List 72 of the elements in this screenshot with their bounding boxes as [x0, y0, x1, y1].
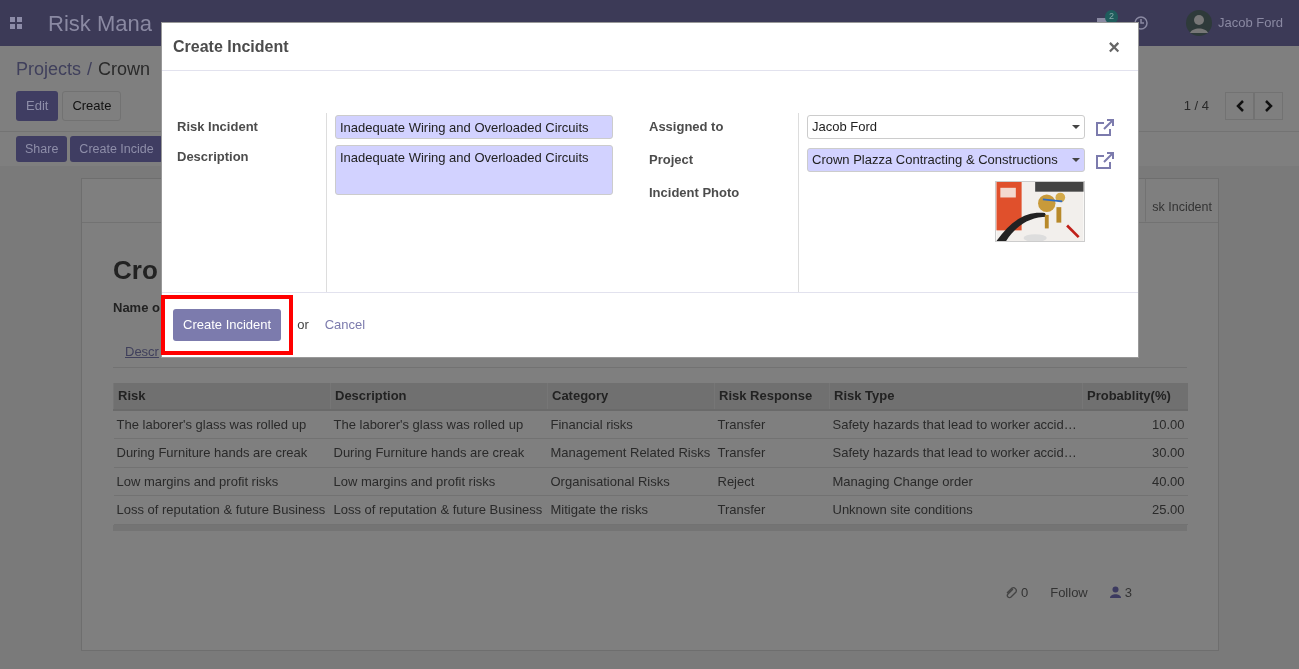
cancel-link[interactable]: Cancel	[324, 315, 366, 335]
pager-counter: 1 / 4	[1183, 97, 1209, 116]
field-label: Project	[649, 151, 695, 169]
chevron-left-icon	[1234, 99, 1245, 113]
column-header[interactable]: Probablity(%)	[1082, 383, 1188, 410]
apps-menu-icon[interactable]	[10, 17, 22, 29]
close-button[interactable]: ×	[1102, 36, 1126, 57]
record-title: Cro	[113, 254, 159, 287]
toolbar-button[interactable]: Create	[62, 91, 122, 121]
person-icon	[1109, 586, 1121, 599]
dropdown-field[interactable]: Jacob Ford	[807, 115, 1085, 139]
field-label: Description	[177, 148, 250, 166]
dialog-title: Create Incident	[173, 36, 289, 57]
external-link-icon[interactable]	[1095, 150, 1115, 170]
table-cell: Transfer	[714, 495, 830, 524]
table-cell: Low margins and profit risks	[330, 467, 548, 496]
previous-button[interactable]	[1225, 92, 1254, 120]
field-label: Assigned to	[649, 118, 725, 136]
table-cell: 25.00	[1082, 495, 1188, 524]
table-cell: Managing Change order	[829, 467, 1083, 496]
text-area[interactable]: Inadequate Wiring and Overloaded Circuits	[335, 145, 613, 195]
table-cell: During Furniture hands are creak	[113, 438, 331, 467]
action-button[interactable]: Share	[16, 136, 68, 162]
caret-icon	[1072, 125, 1080, 129]
table-cell: Safety hazards that lead to worker accid…	[829, 409, 1083, 439]
field-label: Name o	[113, 299, 161, 317]
table-cell: Low margins and profit risks	[113, 467, 331, 496]
user-name[interactable]: Jacob Ford	[1217, 13, 1283, 33]
table-cell: Transfer	[714, 438, 830, 467]
column-header[interactable]: Risk Response	[714, 383, 830, 410]
table-cell: Organisational Risks	[547, 467, 715, 496]
app-title: Risk Mana	[48, 9, 152, 38]
field-label: Incident Photo	[649, 184, 741, 202]
table-cell: Loss of reputation & future Business	[113, 495, 331, 524]
avatar-icon	[1185, 10, 1212, 36]
table-cell: 30.00	[1082, 438, 1188, 467]
field-label: Risk Incident	[177, 118, 259, 136]
table-cell: 10.00	[1082, 409, 1188, 439]
breadcrumb-item[interactable]: Projects	[16, 56, 82, 83]
breadcrumb-item: Crown	[98, 58, 151, 81]
table-cell: The laborer's glass was rolled up	[113, 409, 331, 439]
column-header[interactable]: Risk	[113, 383, 331, 410]
or-text: or	[297, 316, 309, 335]
table-cell: 40.00	[1082, 467, 1188, 496]
table-cell: Mitigate the risks	[547, 495, 715, 524]
table-cell: Transfer	[714, 409, 830, 439]
dropdown-field[interactable]: Crown Plazza Contracting & Constructions	[807, 148, 1085, 172]
text-field[interactable]: Inadequate Wiring and Overloaded Circuits	[335, 115, 613, 139]
external-link-icon[interactable]	[1095, 117, 1115, 137]
column-header[interactable]: Risk Type	[829, 383, 1083, 410]
column-header[interactable]: Category	[547, 383, 715, 410]
table-cell: Safety hazards that lead to worker accid…	[829, 438, 1083, 467]
next-button[interactable]	[1254, 92, 1283, 120]
follower-count[interactable]: 3	[1124, 582, 1132, 602]
caret-icon	[1072, 158, 1080, 162]
table-cell: Management Related Risks	[547, 438, 715, 467]
toolbar-button[interactable]: Edit	[16, 91, 59, 121]
chevron-right-icon	[1263, 99, 1274, 113]
status-button[interactable]: sk Incident	[1145, 178, 1218, 222]
table-cell: During Furniture hands are creak	[330, 438, 548, 467]
column-header[interactable]: Description	[330, 383, 548, 410]
table-cell: Financial risks	[547, 409, 715, 439]
follow-link[interactable]: Follow	[1050, 582, 1088, 602]
table-cell: The laborer's glass was rolled up	[330, 409, 548, 439]
clock-icon[interactable]	[1133, 16, 1148, 30]
attachment-count[interactable]: 0	[1020, 582, 1029, 602]
table-cell: Unknown site conditions	[829, 495, 1083, 524]
table-cell: Loss of reputation & future Business	[330, 495, 548, 524]
action-button[interactable]: Create Incide	[70, 136, 163, 162]
breadcrumb-separator: /	[87, 58, 93, 81]
create-incident-button[interactable]: Create Incident	[173, 309, 282, 341]
table-cell: Reject	[714, 467, 830, 496]
